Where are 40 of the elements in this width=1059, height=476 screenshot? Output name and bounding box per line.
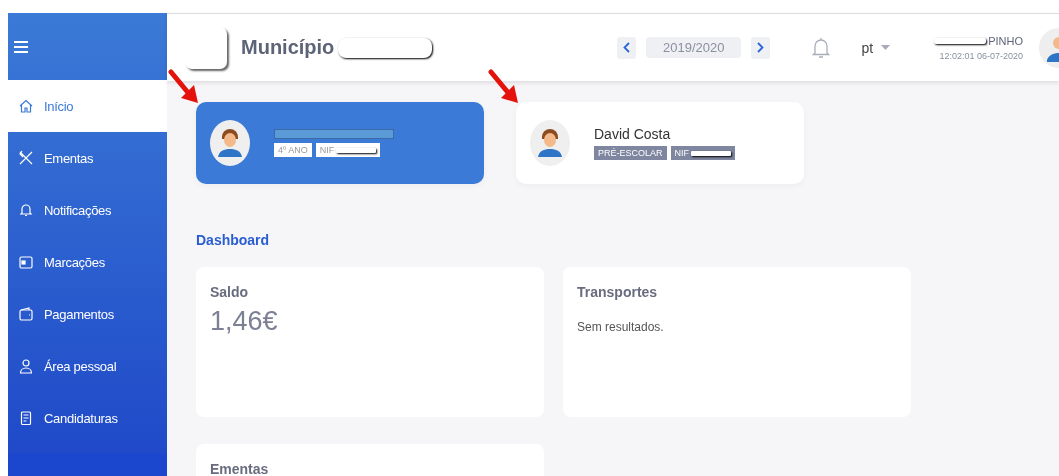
bell-icon: [18, 202, 34, 218]
student-badge: NIF: [315, 143, 381, 157]
student-card[interactable]: David Costa PRÉ-ESCOLAR NIF: [516, 102, 804, 184]
sidebar-item[interactable]: Marcações: [8, 236, 167, 288]
avatar-icon: [210, 120, 250, 166]
student-badge: PRÉ-ESCOLAR: [594, 146, 667, 160]
section-title: Dashboard: [196, 232, 271, 248]
chevron-left-icon: [623, 42, 630, 53]
wallet-icon: [18, 306, 34, 322]
language-dropdown[interactable]: pt: [855, 38, 897, 57]
next-button[interactable]: [751, 36, 771, 59]
chevron-right-icon: [757, 42, 765, 53]
sidebar-item[interactable]: Pagamentos: [8, 288, 167, 340]
card-title: Ementas: [210, 461, 270, 476]
student-badge: NIF: [670, 146, 736, 160]
timestamp: 12:02:01 06-07-2020: [939, 50, 1023, 61]
card-title: Saldo: [210, 284, 250, 300]
home-icon: [18, 98, 34, 114]
student-badge: 4º ANO: [274, 143, 312, 157]
sidebar-item[interactable]: Ementas: [8, 132, 167, 184]
calendar-icon: [18, 254, 34, 270]
fork-knife-icon: [18, 150, 34, 166]
balance-value: 1,46€: [210, 306, 279, 337]
sidebar-item[interactable]: Início: [8, 80, 167, 132]
previous-button[interactable]: [617, 36, 636, 59]
sidebar-item[interactable]: Área pessoal: [8, 340, 167, 392]
document-icon: [18, 410, 34, 426]
caret-icon: [881, 45, 891, 50]
user-name: PINHO: [988, 34, 1023, 47]
sidebar-item[interactable]: Candidaturas: [8, 392, 167, 444]
user-icon: [18, 358, 34, 374]
card-title: Transportes: [577, 284, 659, 300]
page-title: Município: [241, 36, 335, 59]
avatar-icon: [530, 120, 570, 166]
student-name: David Costa: [594, 126, 672, 142]
year-display: 2019/2020: [646, 37, 742, 58]
empty-message: Sem resultados.: [577, 320, 665, 334]
redaction-block: [934, 37, 987, 44]
menu-icon[interactable]: [14, 40, 28, 53]
sidebar-item[interactable]: Notificações: [8, 184, 167, 236]
